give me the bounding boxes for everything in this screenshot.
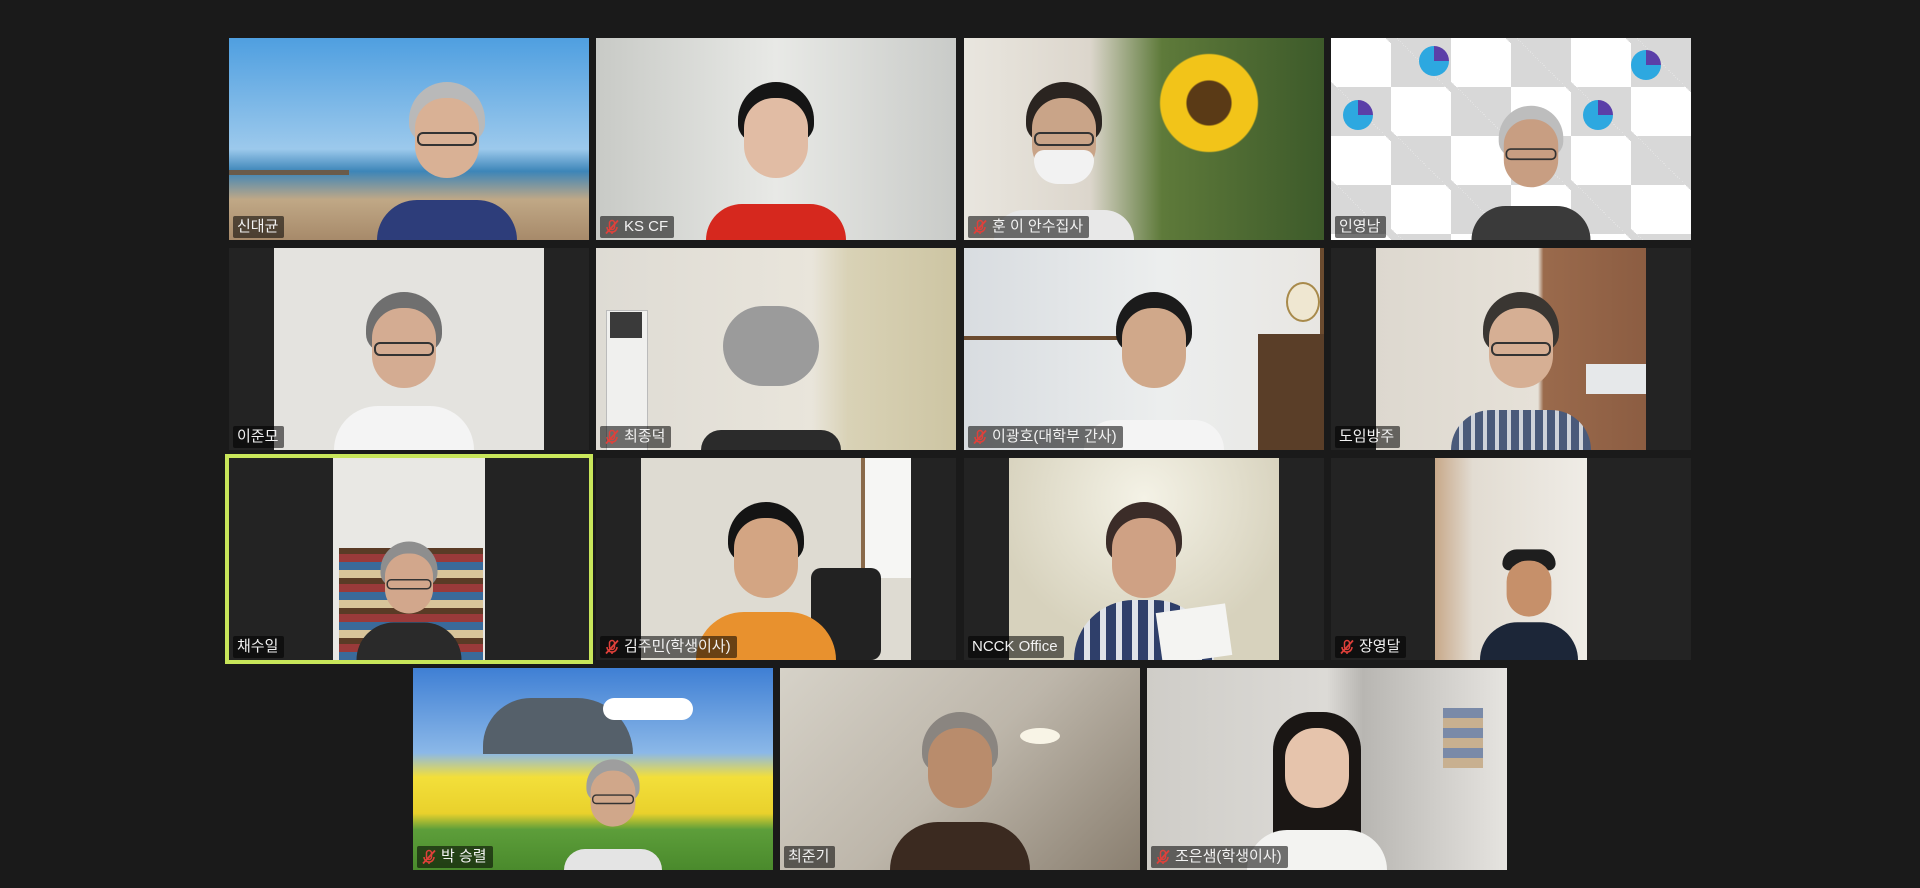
video-tile-choi-jungi[interactable]: 최준기 (780, 668, 1140, 870)
video-feed (1435, 458, 1587, 660)
participant-figure (1471, 96, 1591, 240)
participant-name-label: 훈 이 안수집사 (968, 216, 1090, 238)
participant-name-label: NCCK Office (968, 636, 1064, 658)
microphone-muted-icon (605, 639, 619, 655)
video-feed (1331, 38, 1691, 240)
participant-figure (1084, 280, 1224, 450)
participant-figure (701, 280, 841, 450)
video-tile-sin-daegyun[interactable]: 신대균 (229, 38, 589, 240)
video-tile-lee-gwangho[interactable]: 이광호(대학부 간사) (964, 248, 1324, 450)
video-tile-jang-yeongdal[interactable]: 장영달 (1331, 458, 1691, 660)
microphone-muted-icon (1156, 849, 1170, 865)
video-tile-kim-jumin[interactable]: 김주민(학생이사) (596, 458, 956, 660)
participant-name-label: 박 승렬 (417, 846, 493, 868)
participant-figure (377, 70, 517, 240)
participant-figure (334, 280, 474, 450)
video-feed (964, 248, 1324, 450)
logo-icon (1631, 50, 1661, 80)
participant-name-label: 인영남 (1335, 216, 1387, 238)
microphone-muted-icon (1340, 639, 1354, 655)
video-tile-choi-jongdeok[interactable]: 최종덕 (596, 248, 956, 450)
participant-figure (890, 700, 1030, 870)
video-feed (780, 668, 1140, 870)
participant-figure (1451, 280, 1591, 450)
participant-name-label: 장영달 (1335, 636, 1407, 658)
participant-figure (356, 533, 462, 660)
participant-name-label: 김주민(학생이사) (600, 636, 737, 658)
participant-name-label: KS CF (600, 216, 675, 238)
participant-name-label: 최종덕 (600, 426, 672, 448)
participant-name-label: 이광호(대학부 간사) (968, 426, 1123, 448)
participant-name-label: 채수일 (233, 636, 285, 658)
microphone-muted-icon (605, 429, 619, 445)
logo-icon (1419, 46, 1449, 76)
video-feed (964, 38, 1324, 240)
video-feed (229, 38, 589, 240)
video-feed (413, 668, 773, 870)
video-feed (596, 38, 956, 240)
microphone-muted-icon (605, 219, 619, 235)
video-feed (641, 458, 911, 660)
microphone-muted-icon (973, 219, 987, 235)
clock-icon (1286, 282, 1320, 322)
video-tile-lee-junmo[interactable]: 이준모 (229, 248, 589, 450)
participant-name-label: 이준모 (233, 426, 285, 448)
microphone-muted-icon (973, 429, 987, 445)
video-feed (333, 458, 485, 660)
participant-figure (696, 490, 836, 660)
video-feed (1147, 668, 1507, 870)
participant-figure (1480, 541, 1578, 660)
cloud (603, 698, 693, 720)
video-tile-chae-suil[interactable]: 채수일 (225, 454, 593, 664)
video-feed (274, 248, 544, 450)
video-tile-jo-eunsaem[interactable]: 조은샘(학생이사) (1147, 668, 1507, 870)
participant-name-label: 조은샘(학생이사) (1151, 846, 1288, 868)
video-feed (1009, 458, 1279, 660)
participant-name-label: 최준기 (784, 846, 836, 868)
video-tile-ks-cf[interactable]: KS CF (596, 38, 956, 240)
video-tile-hun-i[interactable]: 훈 이 안수집사 (964, 38, 1324, 240)
video-feed (596, 248, 956, 450)
video-tile-doim-bangju[interactable]: 도임방주 (1331, 248, 1691, 450)
video-tile-in-yeongnam[interactable]: 인영남 (1331, 38, 1691, 240)
participant-figure (994, 70, 1134, 240)
participant-figure (706, 70, 846, 240)
participant-figure (1247, 700, 1387, 870)
participant-figure (564, 751, 662, 870)
participant-name-label: 도임방주 (1335, 426, 1401, 448)
microphone-muted-icon (422, 849, 436, 865)
video-tile-park-seungryeol[interactable]: 박 승렬 (413, 668, 773, 870)
video-tile-ncck-office[interactable]: NCCK Office (964, 458, 1324, 660)
participant-name-label: 신대균 (233, 216, 285, 238)
video-feed (1376, 248, 1646, 450)
logo-icon (1343, 100, 1373, 130)
